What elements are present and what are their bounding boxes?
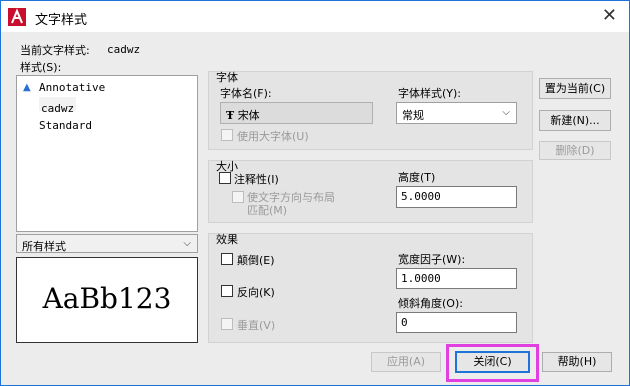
styles-list[interactable]: ▲ Annotative cadwz Standard (16, 75, 198, 232)
text-style-dialog: 文字样式 ✕ 当前文字样式: cadwz 样式(S): ▲ Annotative… (0, 0, 630, 386)
list-item-selected[interactable]: cadwz (39, 97, 77, 115)
upside-down-label: 颠倒(E) (237, 254, 275, 267)
autocad-app-icon (8, 8, 26, 26)
match-orientation-label-2: 匹配(M) (247, 204, 288, 217)
truetype-icon: Ŧ (226, 109, 235, 122)
width-factor-input[interactable]: 1.0000 (396, 268, 517, 289)
set-current-button[interactable]: 置为当前(C) (539, 78, 611, 99)
title-bar: 文字样式 ✕ (1, 1, 629, 32)
effects-group-label: 效果 (216, 233, 238, 246)
style-filter-select[interactable]: 所有样式 ⌵ (16, 234, 198, 253)
use-bigfont-label: 使用大字体(U) (237, 130, 309, 143)
annotative-label: 注释性(I) (234, 173, 279, 186)
vertical-label: 垂直(V) (237, 319, 276, 332)
oblique-angle-input[interactable]: 0 (396, 312, 517, 333)
apply-button[interactable]: 应用(A) (371, 352, 441, 372)
list-item[interactable]: Standard (39, 114, 92, 132)
close-icon[interactable]: ✕ (602, 6, 617, 26)
vertical-checkbox[interactable] (221, 318, 233, 330)
annotative-checkbox[interactable] (219, 172, 231, 184)
font-style-select[interactable]: 常规 ⌵ (396, 102, 517, 124)
current-style-label: 当前文字样式: (20, 44, 90, 57)
match-orientation-checkbox[interactable] (232, 191, 244, 203)
styles-label: 样式(S): (20, 61, 62, 74)
annotative-icon: ▲ (23, 82, 31, 93)
upside-down-checkbox[interactable] (221, 253, 233, 265)
help-button[interactable]: 帮助(H) (542, 352, 612, 372)
delete-style-button[interactable]: 删除(D) (539, 141, 611, 160)
font-group-label: 字体 (216, 71, 238, 84)
chevron-down-icon: ⌵ (183, 238, 191, 249)
font-name-select[interactable]: Ŧ 宋体 (220, 102, 373, 124)
preview-panel: AaBb123 (16, 257, 198, 343)
backwards-label: 反向(K) (237, 286, 275, 299)
font-name-label: 字体名(F): (220, 87, 272, 100)
current-style-value: cadwz (107, 43, 141, 56)
dialog-title: 文字样式 (35, 13, 88, 28)
preview-text: AaBb123 (42, 282, 172, 315)
close-button[interactable]: 关闭(C) (455, 351, 530, 373)
backwards-checkbox[interactable] (221, 285, 233, 297)
new-style-button[interactable]: 新建(N)... (539, 110, 611, 131)
height-label: 高度(T) (398, 171, 436, 184)
font-style-label: 字体样式(Y): (398, 87, 462, 100)
width-factor-label: 宽度因子(W): (398, 253, 466, 266)
height-input[interactable]: 5.0000 (396, 186, 517, 208)
oblique-angle-label: 倾斜角度(O): (398, 297, 463, 310)
use-bigfont-checkbox[interactable] (221, 129, 233, 141)
chevron-down-icon: ⌵ (502, 107, 510, 118)
